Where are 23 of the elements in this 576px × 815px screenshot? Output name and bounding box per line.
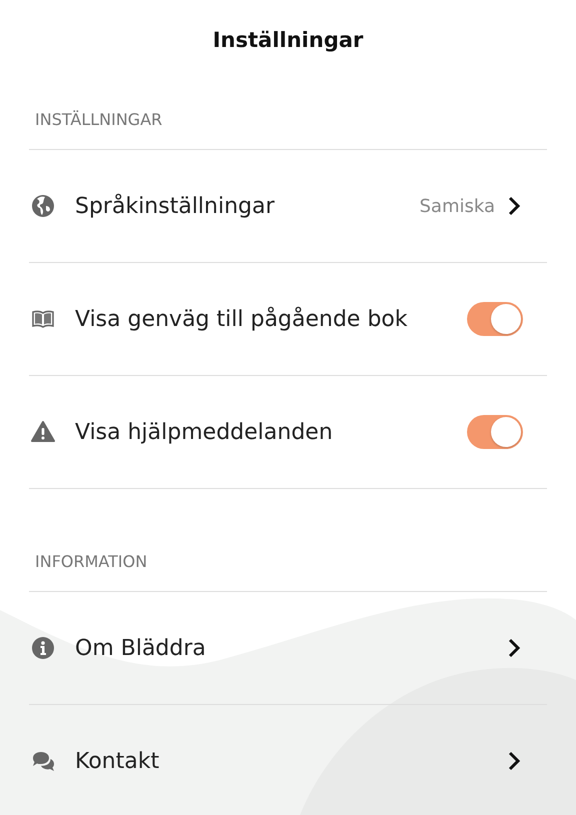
- toggle-switch[interactable]: [467, 415, 523, 449]
- settings-row[interactable]: Kontakt: [29, 705, 547, 815]
- chevron-right-icon: [507, 637, 521, 659]
- row-label: Kontakt: [75, 748, 160, 774]
- chevron-right-icon: [507, 195, 521, 217]
- row-label: Visa genväg till pågående bok: [75, 306, 409, 332]
- info-icon: [31, 636, 55, 660]
- section-heading: INSTÄLLNINGAR: [29, 80, 547, 150]
- settings-row[interactable]: Om Bläddra: [29, 592, 547, 705]
- toggle-switch[interactable]: [467, 302, 523, 336]
- settings-row[interactable]: Språkinställningar Samiska: [29, 150, 547, 263]
- warning-icon: [31, 420, 55, 444]
- settings-row[interactable]: Visa genväg till pågående bok: [29, 263, 547, 376]
- chat-icon: [31, 749, 55, 773]
- screen-title: Inställningar: [212, 28, 364, 52]
- row-label: Visa hjälpmeddelanden: [75, 420, 334, 444]
- row-label: Om Bläddra: [75, 636, 207, 660]
- settings-row[interactable]: Visa hjälpmeddelanden: [29, 376, 547, 489]
- globe-icon: [31, 194, 55, 218]
- section-heading: INFORMATION: [29, 489, 547, 592]
- chevron-right-icon: [507, 750, 521, 772]
- row-label: Språkinställningar: [75, 194, 276, 218]
- row-value: Samiska: [419, 196, 495, 216]
